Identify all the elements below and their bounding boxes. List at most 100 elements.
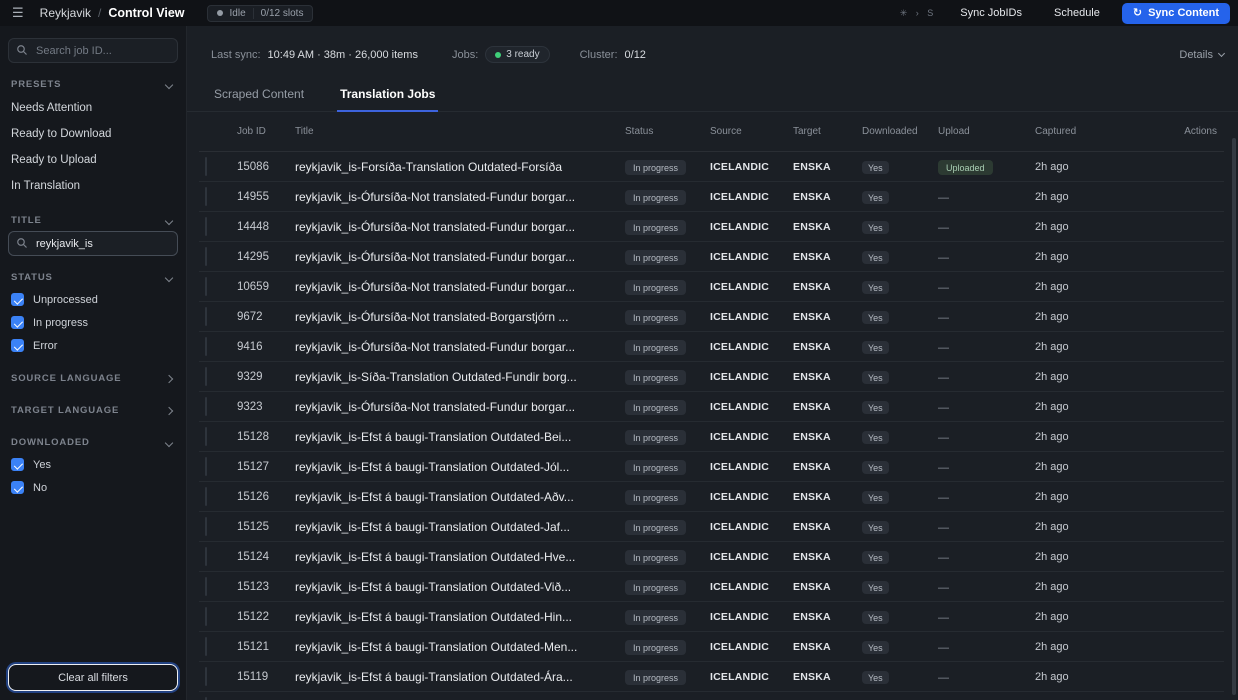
row-checkbox[interactable]: [205, 516, 207, 536]
row-checkbox[interactable]: [205, 276, 207, 296]
job-title-cell: reykjavik_is-Efst á baugi-Translation Ou…: [295, 639, 578, 654]
table-row[interactable]: 15119 reykjavik_is-Efst á baugi-Translati…: [199, 662, 1224, 692]
pill-divider: [252, 7, 254, 19]
filter-option-no[interactable]: No: [8, 476, 178, 499]
jobs-table: Job ID Title Status Source Target Downloaded U…: [199, 112, 1224, 700]
table-row[interactable]: 9416 reykjavik_is-Ófursíða-Not translated…: [199, 332, 1224, 362]
table-row[interactable]: 15122 reykjavik_is-Efst á baugi-Translati…: [199, 602, 1224, 632]
section-source-language[interactable]: SOURCE LANGUAGE: [8, 364, 178, 389]
checkbox-unprocessed[interactable]: [11, 293, 24, 306]
details-toggle[interactable]: Details: [1179, 49, 1226, 61]
status-badge: In progress: [625, 220, 687, 235]
target-language-cell: ENSKA: [793, 310, 831, 323]
row-checkbox[interactable]: [205, 216, 207, 236]
status-options: Unprocessed In progress Error: [8, 288, 178, 357]
status-cell: In progress: [625, 548, 710, 566]
filter-option-error[interactable]: Error: [8, 334, 178, 357]
section-status[interactable]: STATUS: [8, 263, 178, 288]
tab-translation-jobs[interactable]: Translation Jobs: [337, 76, 439, 112]
row-checkbox[interactable]: [205, 666, 207, 686]
table-row[interactable]: 15121 reykjavik_is-Efst á baugi-Translati…: [199, 632, 1224, 662]
target-language-cell: ENSKA: [793, 220, 831, 233]
source-language-cell: ICELANDIC: [710, 610, 770, 623]
row-checkbox[interactable]: [205, 456, 207, 476]
preset-ready-to-upload[interactable]: Ready to Upload: [8, 147, 178, 173]
table-row[interactable]: 15125 reykjavik_is-Efst á baugi-Translati…: [199, 512, 1224, 542]
table-row[interactable]: 15124 reykjavik_is-Efst á baugi-Translati…: [199, 542, 1224, 572]
slots-label: 0/12 slots: [260, 7, 304, 19]
row-checkbox[interactable]: [205, 486, 207, 506]
table-row[interactable]: 15118reykjavik_is-Efst á baugi-Translati…: [199, 692, 1224, 700]
downloaded-cell: Yes: [862, 278, 938, 296]
job-title-cell: reykjavik_is-Síða-Translation Outdated-F…: [295, 369, 577, 384]
table-row[interactable]: 14448 reykjavik_is-Ófursíða-Not translate…: [199, 212, 1224, 242]
upload-empty-dash: —: [938, 251, 949, 264]
row-checkbox[interactable]: [205, 336, 207, 356]
row-checkbox[interactable]: [205, 426, 207, 446]
column-header-actions: Actions: [1184, 126, 1217, 137]
schedule-button[interactable]: Schedule: [1044, 3, 1110, 23]
row-checkbox[interactable]: [205, 156, 207, 176]
table-row[interactable]: 15123 reykjavik_is-Efst á baugi-Translati…: [199, 572, 1224, 602]
preset-ready-to-download[interactable]: Ready to Download: [8, 121, 178, 147]
row-checkbox[interactable]: [205, 606, 207, 626]
table-row[interactable]: 10659 reykjavik_is-Ófursíða-Not translate…: [199, 272, 1224, 302]
checkbox-yes[interactable]: [11, 458, 24, 471]
table-row[interactable]: 9672 reykjavik_is-Ófursíða-Not translated…: [199, 302, 1224, 332]
row-checkbox[interactable]: [205, 546, 207, 566]
row-checkbox[interactable]: [205, 696, 207, 700]
row-checkbox[interactable]: [205, 306, 207, 326]
search-input[interactable]: [8, 38, 178, 63]
row-checkbox[interactable]: [205, 636, 207, 656]
table-row[interactable]: 15086 reykjavik_is-Forsíða-Translation Ou…: [199, 152, 1224, 182]
vertical-scrollbar[interactable]: [1232, 138, 1236, 695]
downloaded-cell: Yes: [862, 368, 938, 386]
filter-option-in-progress[interactable]: In progress: [8, 311, 178, 334]
upload-empty-dash: —: [938, 281, 949, 294]
sync-content-button[interactable]: ↻ Sync Content: [1121, 2, 1230, 24]
row-checkbox[interactable]: [205, 246, 207, 266]
job-id-cell: 9416: [237, 340, 263, 353]
target-language-cell: ENSKA: [793, 400, 831, 413]
checkbox-no[interactable]: [11, 481, 24, 494]
table-row[interactable]: 9329 reykjavik_is-Síða-Translation Outdat…: [199, 362, 1224, 392]
target-language-cell: ENSKA: [793, 190, 831, 203]
preset-needs-attention[interactable]: Needs Attention: [8, 95, 178, 121]
section-target-language[interactable]: TARGET LANGUAGE: [8, 396, 178, 421]
downloaded-badge: Yes: [862, 161, 889, 174]
table-row[interactable]: 15127 reykjavik_is-Efst á baugi-Translati…: [199, 452, 1224, 482]
filter-option-unprocessed[interactable]: Unprocessed: [8, 288, 178, 311]
sync-jobids-button[interactable]: Sync JobIDs: [950, 3, 1032, 23]
table-row[interactable]: 15128 reykjavik_is-Efst á baugi-Translati…: [199, 422, 1224, 452]
table-row[interactable]: 14955 reykjavik_is-Ófursíða-Not translate…: [199, 182, 1224, 212]
table-row[interactable]: 14295 reykjavik_is-Ófursíða-Not translate…: [199, 242, 1224, 272]
tab-scraped-content[interactable]: Scraped Content: [211, 76, 307, 111]
column-header-status: Status: [625, 126, 654, 137]
breadcrumb-brand[interactable]: Reykjavik: [40, 6, 91, 20]
row-checkbox[interactable]: [205, 366, 207, 386]
target-language-cell: ENSKA: [793, 460, 831, 473]
filter-option-yes[interactable]: Yes: [8, 453, 178, 476]
row-checkbox[interactable]: [205, 186, 207, 206]
ready-status-dot-icon: [495, 51, 502, 58]
preset-in-translation[interactable]: In Translation: [8, 173, 178, 199]
downloaded-cell: Yes: [862, 578, 938, 596]
section-presets[interactable]: PRESETS: [8, 70, 178, 95]
section-downloaded[interactable]: DOWNLOADED: [8, 428, 178, 453]
row-checkbox[interactable]: [205, 396, 207, 416]
upload-cell: —: [938, 278, 1035, 296]
upload-cell: —: [938, 668, 1035, 686]
checkbox-error[interactable]: [11, 339, 24, 352]
checkbox-in-progress[interactable]: [11, 316, 24, 329]
clear-all-filters-button[interactable]: Clear all filters: [8, 664, 178, 691]
downloaded-badge: Yes: [862, 221, 889, 234]
table-row[interactable]: 9323 reykjavik_is-Ófursíða-Not translated…: [199, 392, 1224, 422]
upload-cell: —: [938, 548, 1035, 566]
title-filter-input[interactable]: [8, 231, 178, 256]
row-checkbox[interactable]: [205, 576, 207, 596]
section-title[interactable]: TITLE: [8, 206, 178, 231]
hamburger-menu-icon[interactable]: ☰: [8, 5, 28, 21]
table-row[interactable]: 15126 reykjavik_is-Efst á baugi-Translati…: [199, 482, 1224, 512]
downloaded-cell: Yes: [862, 608, 938, 626]
job-title-cell: reykjavik_is-Forsíða-Translation Outdate…: [295, 159, 562, 174]
